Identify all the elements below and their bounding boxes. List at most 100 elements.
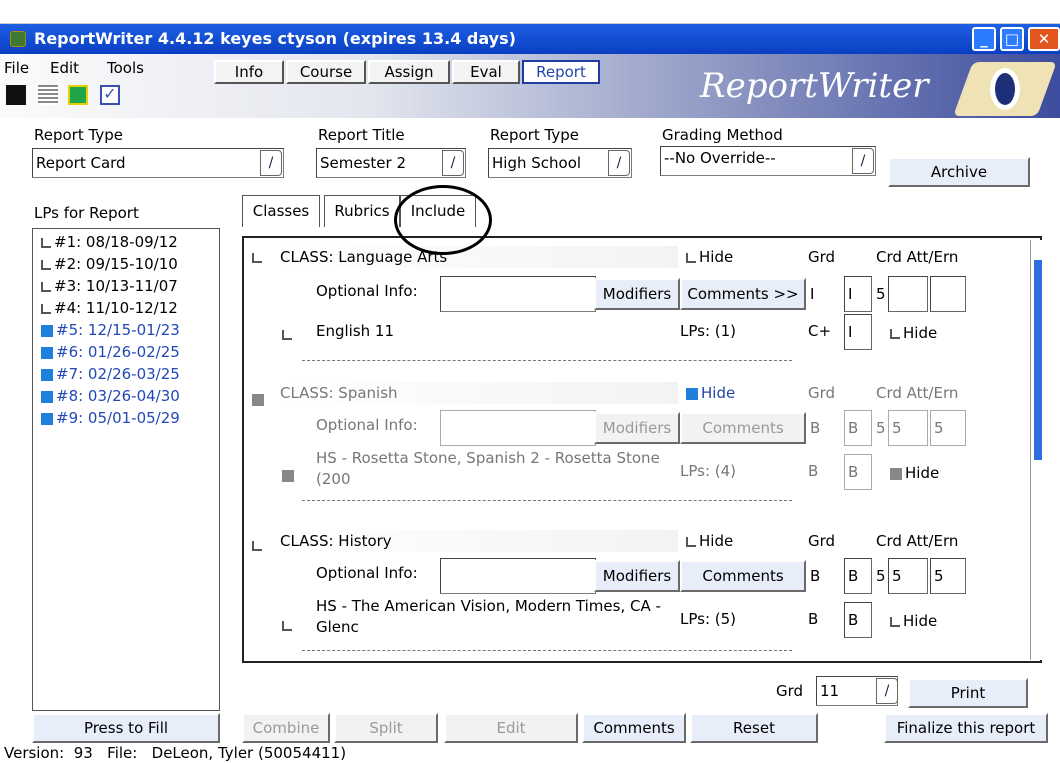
optional-info-input[interactable] bbox=[440, 558, 596, 594]
course-checkbox[interactable] bbox=[282, 325, 295, 343]
course-grade: B bbox=[808, 610, 819, 628]
class-include-checkbox[interactable] bbox=[252, 536, 265, 554]
att-input[interactable]: 5 bbox=[888, 558, 928, 594]
grd-footer-dropdown[interactable] bbox=[876, 678, 898, 704]
maximize-button[interactable]: □ bbox=[1000, 27, 1024, 51]
lp-checkbox[interactable] bbox=[41, 237, 51, 248]
report-type-field[interactable]: Report Card bbox=[32, 148, 284, 178]
lp-item[interactable]: #5: 12/15-01/23 bbox=[41, 319, 219, 341]
lp-item[interactable]: #9: 05/01-05/29 bbox=[41, 407, 219, 429]
lp-list: #1: 08/18-09/12 #2: 09/15-10/10 #3: 10/13-… bbox=[32, 228, 220, 711]
tab-rubrics[interactable]: Rubrics bbox=[324, 195, 400, 227]
course-checkbox[interactable] bbox=[282, 616, 295, 634]
grading-method-dropdown[interactable] bbox=[852, 148, 874, 174]
course-grade-input[interactable]: B bbox=[844, 602, 872, 638]
comments-button[interactable]: Comments bbox=[680, 412, 806, 444]
grd-header: Grd bbox=[808, 384, 836, 402]
tab-classes[interactable]: Classes bbox=[242, 195, 320, 227]
edit-button[interactable]: Edit bbox=[444, 713, 578, 743]
menu-edit[interactable]: Edit bbox=[50, 59, 79, 77]
lp-checkbox[interactable] bbox=[41, 324, 53, 337]
lp-checkbox[interactable] bbox=[41, 346, 53, 359]
course-grade-input[interactable]: I bbox=[844, 314, 872, 350]
lp-label: #1: 08/18-09/12 bbox=[54, 233, 178, 251]
list-icon[interactable] bbox=[38, 85, 58, 105]
lp-item[interactable]: #4: 11/10-12/12 bbox=[41, 297, 219, 319]
tab-report[interactable]: Report bbox=[522, 60, 600, 84]
class-include-checkbox[interactable] bbox=[252, 248, 265, 266]
lp-item[interactable]: #7: 02/26-03/25 bbox=[41, 363, 219, 385]
ern-input[interactable] bbox=[930, 276, 966, 312]
file-value: DeLeon, Tyler (50054411) bbox=[151, 744, 347, 762]
optional-info-input[interactable] bbox=[440, 410, 596, 446]
modifiers-button[interactable]: Modifiers bbox=[594, 560, 680, 592]
grade-input[interactable]: I bbox=[844, 276, 872, 312]
comments-button[interactable]: Comments bbox=[680, 560, 806, 592]
press-to-fill-button[interactable]: Press to Fill bbox=[32, 713, 220, 743]
hide-checkbox[interactable]: Hide bbox=[686, 532, 733, 550]
optional-info-input[interactable] bbox=[440, 276, 596, 312]
tab-course[interactable]: Course bbox=[286, 60, 366, 84]
combine-button[interactable]: Combine bbox=[242, 713, 330, 743]
crd-header: Crd Att/Ern bbox=[876, 532, 959, 550]
hide-label: Hide bbox=[903, 324, 938, 342]
save-icon[interactable] bbox=[6, 85, 26, 105]
report-type-dropdown[interactable] bbox=[260, 150, 282, 176]
file-label: File: bbox=[107, 744, 138, 762]
flag-icon[interactable] bbox=[68, 85, 88, 105]
print-button[interactable]: Print bbox=[908, 678, 1028, 708]
lp-label: #3: 10/13-11/07 bbox=[54, 277, 178, 295]
course-checkbox[interactable] bbox=[282, 466, 297, 484]
finalize-button[interactable]: Finalize this report bbox=[884, 713, 1048, 743]
ern-input[interactable]: 5 bbox=[930, 410, 966, 446]
hide-label: Hide bbox=[699, 532, 734, 550]
class-include-checkbox[interactable] bbox=[252, 390, 267, 408]
att-input[interactable] bbox=[888, 276, 928, 312]
comments-footer-button[interactable]: Comments bbox=[582, 713, 686, 743]
report-title-dropdown[interactable] bbox=[442, 150, 464, 176]
modifiers-button[interactable]: Modifiers bbox=[594, 412, 680, 444]
lp-item[interactable]: #3: 10/13-11/07 bbox=[41, 275, 219, 297]
course-hide-checkbox[interactable]: Hide bbox=[890, 464, 939, 482]
hide-checkbox[interactable]: Hide bbox=[686, 248, 733, 266]
lp-checkbox[interactable] bbox=[41, 259, 51, 270]
menu-tools[interactable]: Tools bbox=[107, 59, 144, 77]
minimize-button[interactable]: _ bbox=[972, 27, 996, 51]
crd-att: 5 bbox=[876, 419, 886, 437]
course-hide-checkbox[interactable]: Hide bbox=[890, 612, 937, 630]
reset-button[interactable]: Reset bbox=[690, 713, 818, 743]
grading-method-field[interactable]: --No Override-- bbox=[660, 146, 876, 176]
comments-button[interactable]: Comments >> bbox=[680, 278, 806, 310]
lp-label: #6: 01/26-02/25 bbox=[56, 343, 180, 361]
grade-input[interactable]: B bbox=[844, 410, 872, 446]
course-hide-checkbox[interactable]: Hide bbox=[890, 324, 937, 342]
lp-checkbox[interactable] bbox=[41, 281, 51, 292]
menu-file[interactable]: File bbox=[4, 59, 29, 77]
lp-checkbox[interactable] bbox=[41, 390, 53, 403]
lp-item[interactable]: #1: 08/18-09/12 bbox=[41, 231, 219, 253]
lp-item[interactable]: #6: 01/26-02/25 bbox=[41, 341, 219, 363]
lp-checkbox[interactable] bbox=[41, 303, 51, 314]
lp-checkbox[interactable] bbox=[41, 368, 53, 381]
tab-assign[interactable]: Assign bbox=[368, 60, 450, 84]
hide-checkbox[interactable]: Hide bbox=[686, 384, 735, 402]
ern-input[interactable]: 5 bbox=[930, 558, 966, 594]
lp-item[interactable]: #2: 09/15-10/10 bbox=[41, 253, 219, 275]
check-icon[interactable]: ✓ bbox=[100, 85, 120, 105]
scrollbar-thumb[interactable] bbox=[1034, 260, 1042, 460]
lp-label: #7: 02/26-03/25 bbox=[56, 365, 180, 383]
modifiers-button[interactable]: Modifiers bbox=[594, 278, 680, 310]
close-button[interactable]: ✕ bbox=[1028, 27, 1060, 51]
lp-checkbox[interactable] bbox=[41, 412, 53, 425]
hide-label: Hide bbox=[701, 384, 736, 402]
lp-item[interactable]: #8: 03/26-04/30 bbox=[41, 385, 219, 407]
report-type2-dropdown[interactable] bbox=[608, 150, 630, 176]
split-button[interactable]: Split bbox=[334, 713, 438, 743]
att-input[interactable]: 5 bbox=[888, 410, 928, 446]
tab-info[interactable]: Info bbox=[214, 60, 284, 84]
tab-eval[interactable]: Eval bbox=[452, 60, 520, 84]
title-bar: ReportWriter 4.4.12 keyes ctyson (expire… bbox=[0, 24, 1060, 54]
archive-button[interactable]: Archive bbox=[888, 157, 1030, 187]
grade-input[interactable]: B bbox=[844, 558, 872, 594]
course-grade-input[interactable]: B bbox=[844, 454, 872, 490]
